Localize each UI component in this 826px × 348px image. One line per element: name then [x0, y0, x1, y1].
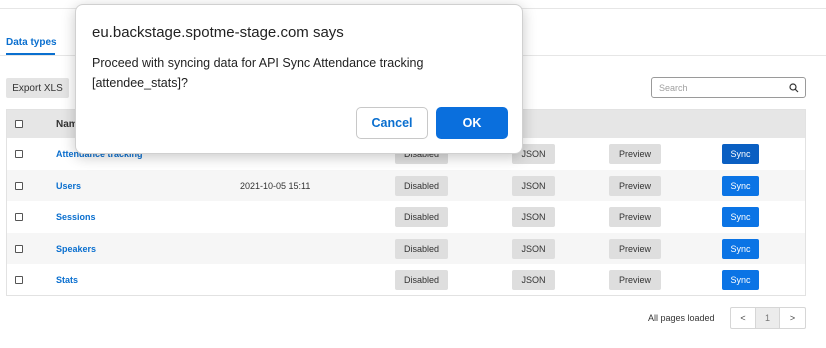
tab-data-types[interactable]: Data types: [6, 37, 57, 48]
data-type-name-link[interactable]: Stats: [56, 275, 78, 285]
previous-page-button[interactable]: <: [731, 308, 756, 328]
row-checkbox[interactable]: [15, 244, 23, 253]
preview-button[interactable]: Preview: [609, 207, 661, 228]
json-button[interactable]: JSON: [512, 270, 555, 291]
select-all-checkbox[interactable]: [15, 120, 23, 128]
sync-button[interactable]: Sync: [722, 270, 759, 291]
dialog-title: eu.backstage.spotme-stage.com says: [92, 24, 344, 41]
sync-button[interactable]: Sync: [722, 238, 759, 259]
search-icon[interactable]: [789, 83, 799, 93]
preview-button[interactable]: Preview: [609, 238, 661, 259]
export-xls-button[interactable]: Export XLS: [6, 78, 69, 98]
sync-button[interactable]: Sync: [722, 175, 759, 196]
table-row: Speakers Disabled JSON Preview Sync: [7, 232, 805, 265]
table-row: Users 2021-10-05 15:11 Disabled JSON Pre…: [7, 169, 805, 202]
search-input[interactable]: [659, 82, 784, 94]
data-type-name-link[interactable]: Users: [56, 181, 81, 191]
current-page-number[interactable]: 1: [756, 308, 780, 328]
sync-button[interactable]: Sync: [722, 144, 759, 164]
row-checkbox[interactable]: [15, 276, 23, 285]
dialog-message: Proceed with syncing data for API Sync A…: [92, 56, 424, 90]
row-checkbox[interactable]: [15, 181, 23, 190]
next-page-button[interactable]: >: [780, 308, 805, 328]
preview-button[interactable]: Preview: [609, 144, 661, 164]
cancel-button[interactable]: Cancel: [356, 107, 428, 139]
json-button[interactable]: JSON: [512, 238, 555, 259]
json-button[interactable]: JSON: [512, 175, 555, 196]
table-row: Sessions Disabled JSON Preview Sync: [7, 201, 805, 233]
last-sync-date: 2021-10-05 15:11: [240, 180, 311, 191]
search-box: [651, 77, 806, 98]
status-disabled-button[interactable]: Disabled: [395, 238, 448, 259]
preview-button[interactable]: Preview: [609, 175, 661, 196]
sync-button[interactable]: Sync: [722, 207, 759, 228]
json-button[interactable]: JSON: [512, 207, 555, 228]
pages-loaded-status: All pages loaded: [648, 313, 715, 323]
status-disabled-button[interactable]: Disabled: [395, 207, 448, 228]
table-row: Stats Disabled JSON Preview Sync: [7, 264, 805, 296]
data-type-name-link[interactable]: Sessions: [56, 212, 96, 222]
preview-button[interactable]: Preview: [609, 270, 661, 291]
row-checkbox[interactable]: [15, 213, 23, 222]
data-type-name-link[interactable]: Speakers: [56, 244, 96, 254]
status-disabled-button[interactable]: Disabled: [395, 175, 448, 196]
row-checkbox[interactable]: [15, 150, 23, 158]
ok-button[interactable]: OK: [436, 107, 508, 139]
status-disabled-button[interactable]: Disabled: [395, 270, 448, 291]
confirm-dialog: eu.backstage.spotme-stage.com says Proce…: [75, 4, 523, 154]
pagination: < 1 >: [730, 307, 806, 329]
